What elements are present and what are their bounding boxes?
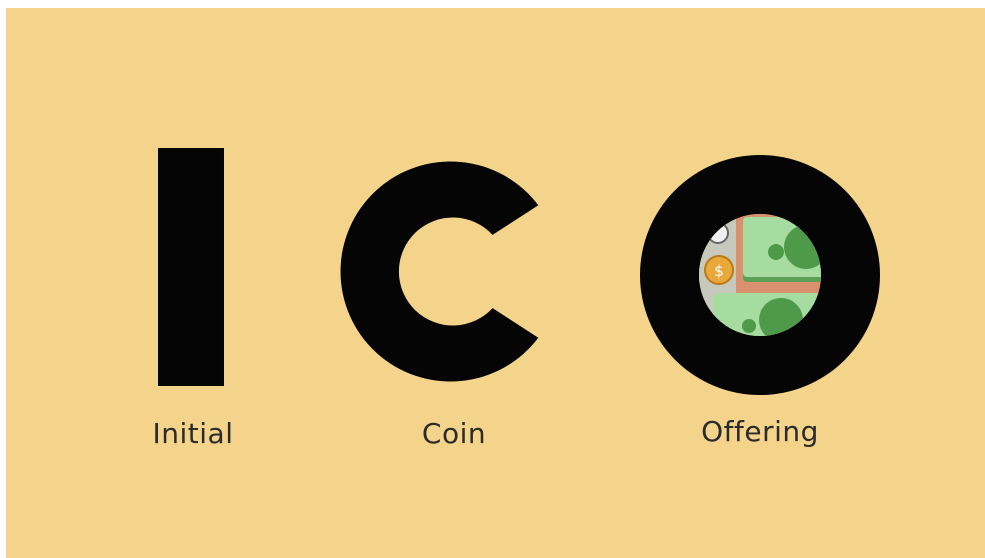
letter-c: [340, 161, 539, 382]
acronym-graphics: $: [340, 155, 880, 395]
svg-text:$: $: [714, 262, 724, 280]
word-initial: Initial: [152, 417, 234, 450]
word-coin: Coin: [421, 417, 487, 450]
word-offering: Offering: [701, 415, 819, 448]
ico-banner: $ Initial Coin Offering: [6, 8, 985, 558]
